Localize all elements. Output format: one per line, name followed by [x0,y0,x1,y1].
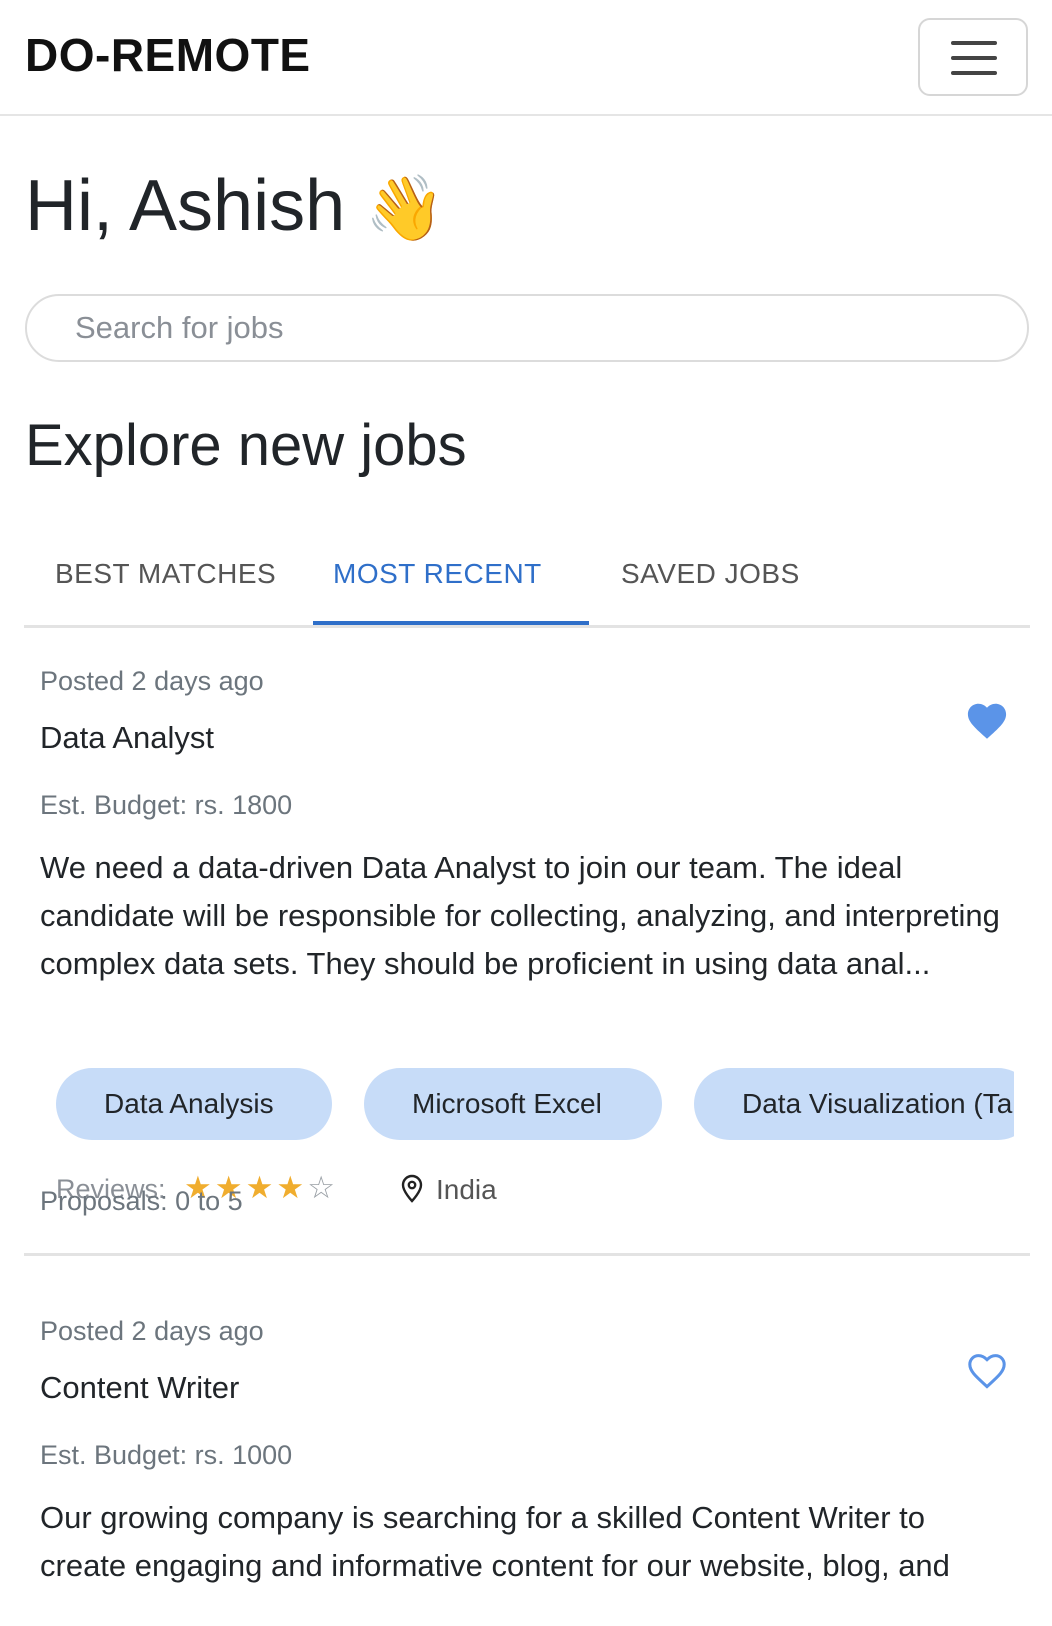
job-budget: Est. Budget: rs. 1800 [40,790,293,820]
section-title: Explore new jobs [25,413,467,478]
skill-tags: Data Analysis Microsoft Excel Data Visua… [56,1068,1014,1140]
job-search-input[interactable] [25,294,1029,362]
hamburger-menu-icon [951,41,997,45]
job-divider [24,1253,1030,1256]
job-description: Our growing company is searching for a s… [40,1500,950,1583]
active-tab-indicator [313,621,589,625]
job-location: India [436,1174,497,1205]
job-title[interactable]: Data Analyst [40,720,214,756]
menu-toggle-button[interactable] [918,18,1028,96]
job-posted-time: Posted 2 days ago [40,666,264,696]
job-proposals: Proposals: 0 to 5 [40,1186,243,1216]
navbar: DO-REMOTE [0,0,1052,116]
heart-filled-icon[interactable] [964,698,1010,740]
waving-hand-icon: 👋 [365,172,445,246]
location-pin-icon [401,1174,423,1203]
tab-most-recent[interactable]: MOST RECENT [333,558,542,590]
tab-saved-jobs[interactable]: SAVED JOBS [621,558,800,590]
brand-logo[interactable]: DO-REMOTE [25,28,311,82]
job-title[interactable]: Content Writer [40,1370,239,1406]
heart-outline-icon[interactable] [964,1348,1010,1390]
star-empty-icon: ☆ [307,1170,338,1206]
skill-tag[interactable]: Microsoft Excel [364,1068,662,1140]
job-posted-time: Posted 2 days ago [40,1316,264,1346]
hamburger-menu-icon-bar [951,56,997,60]
greeting-heading: Hi, Ashish 👋 [25,165,445,247]
tab-best-matches[interactable]: BEST MATCHES [55,558,276,590]
job-budget: Est. Budget: rs. 1000 [40,1440,293,1470]
star-filled-icon: ★ [245,1170,277,1206]
hamburger-menu-icon-bar [951,71,997,75]
skill-tag[interactable]: Data Visualization (Ta [694,1068,1014,1140]
job-description: We need a data-driven Data Analyst to jo… [40,850,1000,981]
skill-tag[interactable]: Data Analysis [56,1068,332,1140]
job-tabs: BEST MATCHES MOST RECENT SAVED JOBS [24,540,1030,628]
star-filled-icon: ★ [276,1170,308,1206]
greeting-text: Hi, Ashish [25,166,346,246]
